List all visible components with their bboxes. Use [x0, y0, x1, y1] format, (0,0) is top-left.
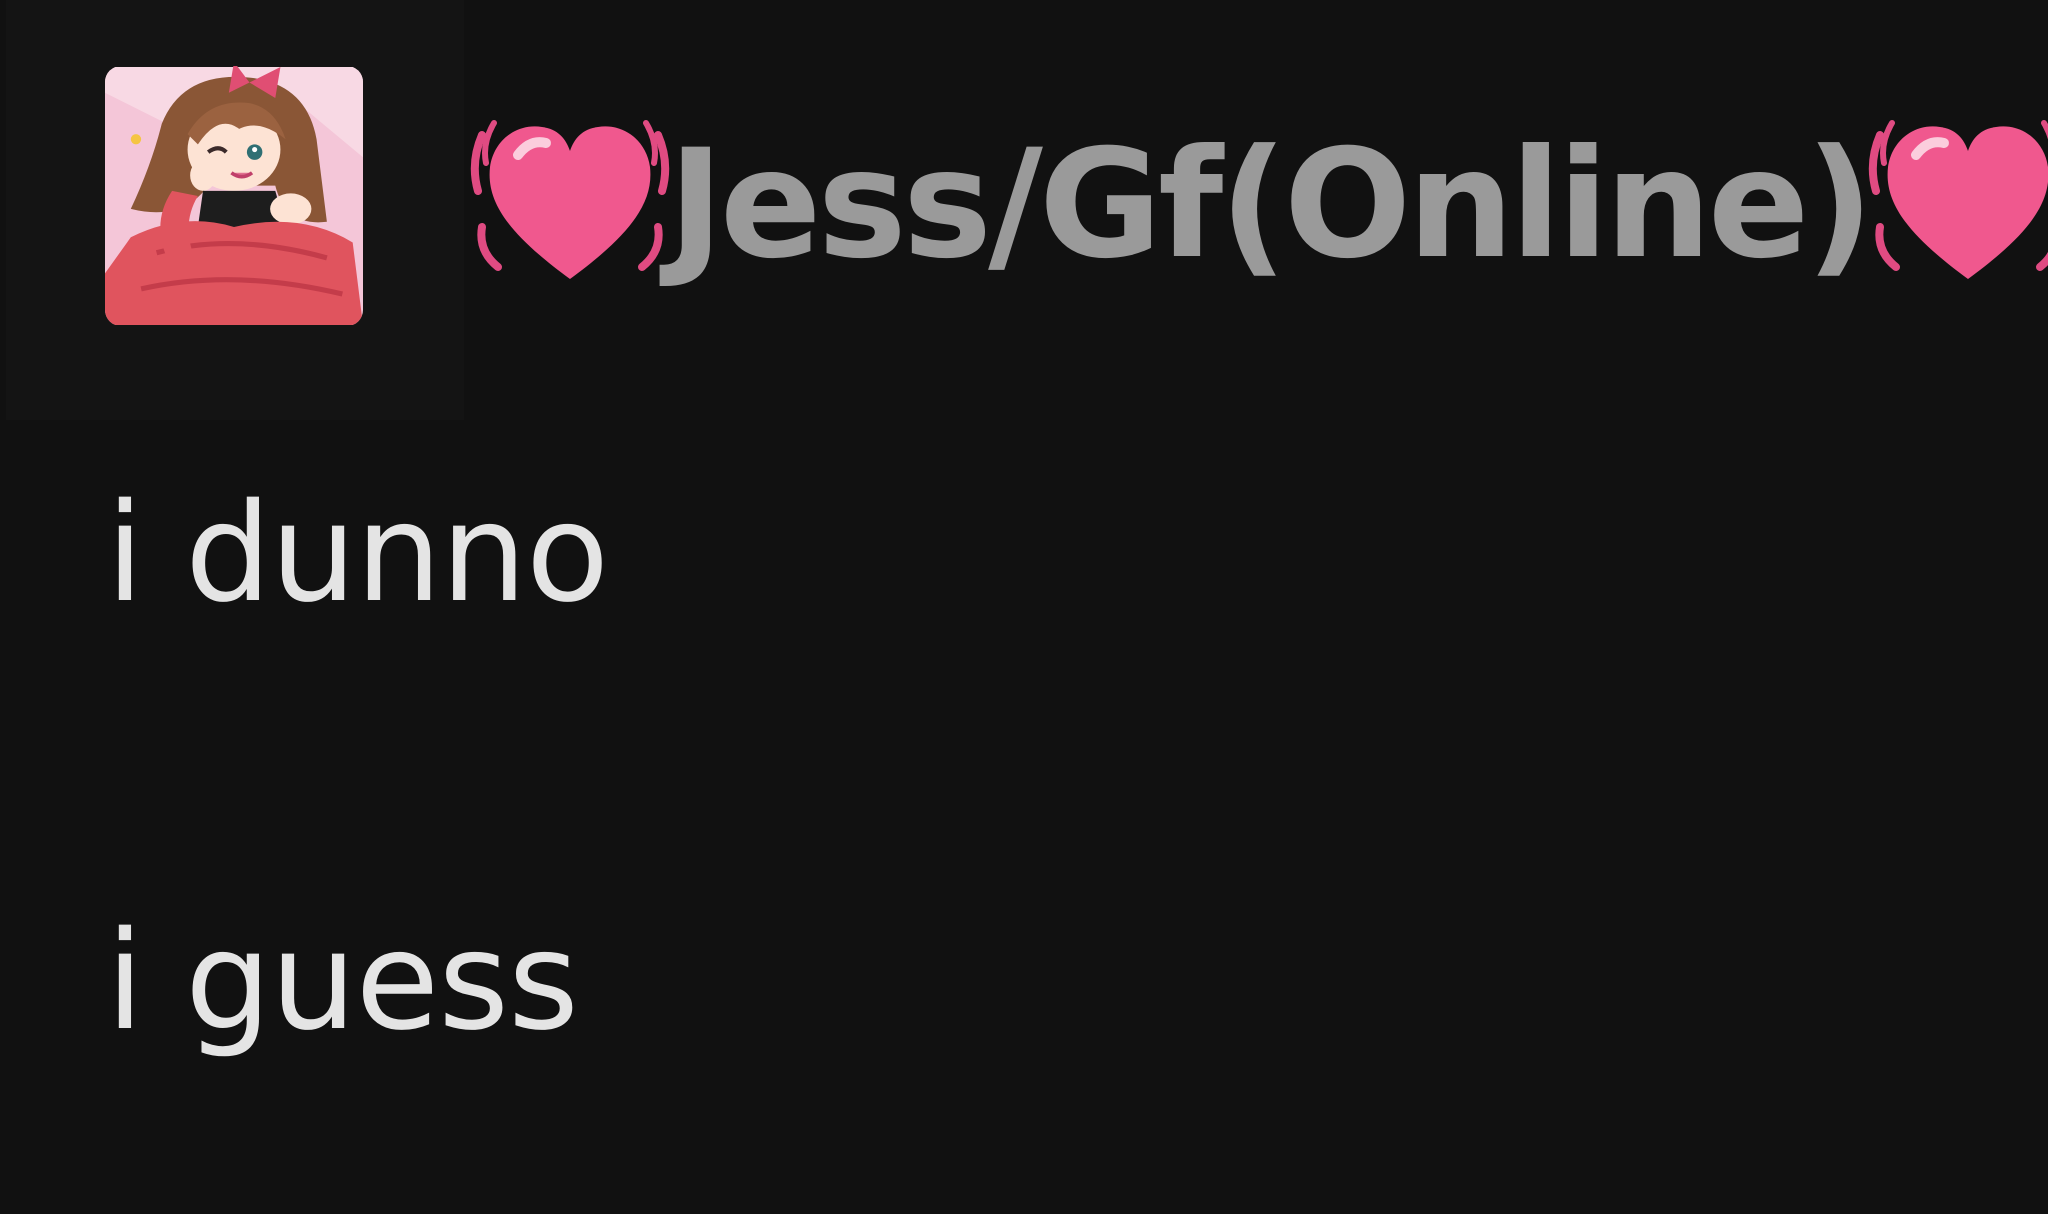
beating-heart-icon [1868, 103, 2048, 303]
chat-message-group: Jess/Gf(Online) i dunno i guess [0, 0, 2048, 1214]
author-username[interactable]: Jess/Gf(Online) [668, 130, 1874, 280]
message-text: i dunno [106, 475, 609, 633]
message-text: i guess [106, 903, 579, 1061]
author-header[interactable]: Jess/Gf(Online) [470, 108, 2048, 298]
avatar[interactable] [105, 66, 363, 326]
beating-heart-icon [470, 103, 670, 303]
avatar-anime-girl-icon [105, 66, 363, 325]
